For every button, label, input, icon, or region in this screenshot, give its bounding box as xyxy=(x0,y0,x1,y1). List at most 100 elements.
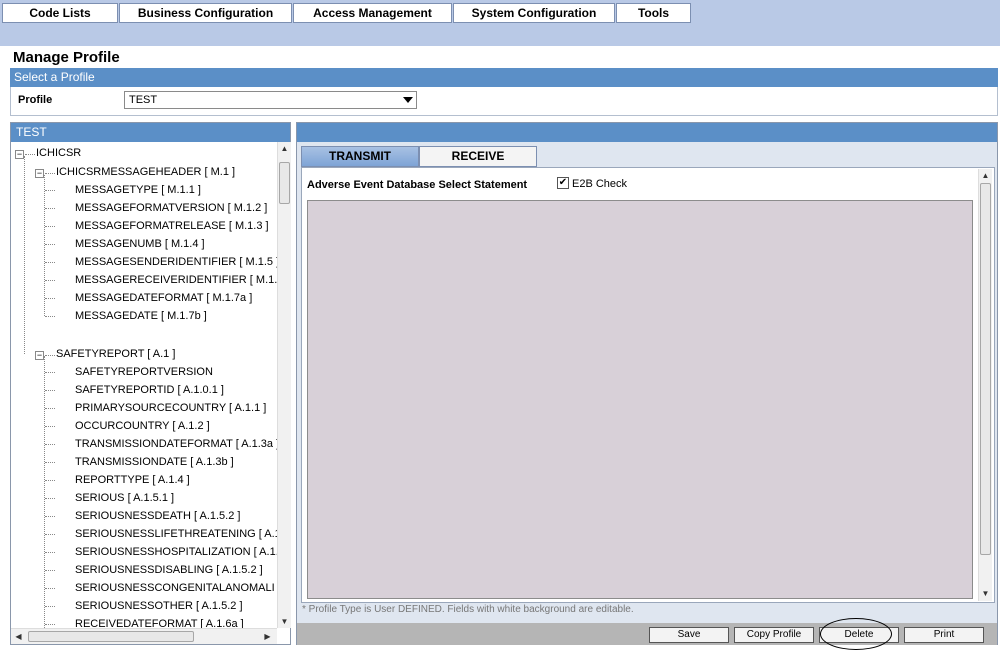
tree-connector xyxy=(45,480,55,481)
menu-business-configuration[interactable]: Business Configuration xyxy=(119,3,292,23)
tree-connector xyxy=(45,606,55,607)
tree-node-leaf[interactable]: MESSAGENUMB [ M.1.4 ] xyxy=(75,237,205,251)
highlight-circle xyxy=(820,618,892,650)
tree-node-leaf[interactable]: TRANSMISSIONDATEFORMAT [ A.1.3a ] xyxy=(75,437,277,451)
content-vertical-scrollbar[interactable]: ▲ ▼ xyxy=(978,169,992,601)
tree-connector xyxy=(45,372,55,373)
save-button[interactable]: Save xyxy=(649,627,729,643)
tree-connector xyxy=(45,173,55,174)
tree-node-leaf[interactable]: SAFETYREPORTID [ A.1.0.1 ] xyxy=(75,383,224,397)
scroll-up-icon[interactable]: ▲ xyxy=(278,142,291,155)
tree-connector xyxy=(45,280,55,281)
tree-node-leaf[interactable]: MESSAGERECEIVERIDENTIFIER [ M.1.6 ] xyxy=(75,273,277,287)
tree-node-leaf[interactable]: MESSAGEDATEFORMAT [ M.1.7a ] xyxy=(75,291,252,305)
tree-node-root[interactable]: ICHICSR xyxy=(36,146,81,160)
profile-tree-panel: TEST − ICHICSR − ICHICSRMESSAGEHEADER [ … xyxy=(10,122,291,645)
tree-connector xyxy=(45,244,55,245)
tree-connector xyxy=(45,408,55,409)
tree-node-group[interactable]: ICHICSRMESSAGEHEADER [ M.1 ] xyxy=(56,165,235,179)
e2b-check-label: E2B Check xyxy=(572,178,628,190)
tree-connector xyxy=(45,516,55,517)
action-button-bar: Save Copy Profile Delete Print xyxy=(297,623,997,645)
scroll-up-icon[interactable]: ▲ xyxy=(979,169,992,182)
collapse-icon[interactable]: − xyxy=(15,150,24,159)
e2b-check-checkbox[interactable]: ✔ xyxy=(557,177,569,189)
print-button[interactable]: Print xyxy=(904,627,984,643)
tree-connector xyxy=(44,175,45,316)
select-profile-header: Select a Profile xyxy=(10,68,998,87)
tree-node-leaf[interactable]: REPORTTYPE [ A.1.4 ] xyxy=(75,473,190,487)
tree-connector xyxy=(45,570,55,571)
statement-label: Adverse Event Database Select Statement xyxy=(307,179,528,191)
tree-node-leaf[interactable]: SERIOUSNESSDEATH [ A.1.5.2 ] xyxy=(75,509,240,523)
tree-connector xyxy=(45,355,55,356)
tree-connector xyxy=(45,552,55,553)
tree-body: − ICHICSR − ICHICSRMESSAGEHEADER [ M.1 ]… xyxy=(11,142,277,628)
tree-horizontal-scrollbar[interactable]: ◀ ▶ xyxy=(11,628,277,644)
tree-node-leaf[interactable]: SERIOUS [ A.1.5.1 ] xyxy=(75,491,174,505)
collapse-icon[interactable]: − xyxy=(35,169,44,178)
menu-access-management[interactable]: Access Management xyxy=(293,3,452,23)
tree-connector xyxy=(45,588,55,589)
tree-node-leaf[interactable]: MESSAGEDATE [ M.1.7b ] xyxy=(75,309,207,323)
profile-label: Profile xyxy=(18,94,53,106)
tree-node-leaf[interactable]: MESSAGEFORMATVERSION [ M.1.2 ] xyxy=(75,201,267,215)
tree-node-leaf[interactable]: SERIOUSNESSCONGENITALANOMALI [ A xyxy=(75,581,277,595)
profile-row: Profile TEST xyxy=(10,87,998,116)
tree-connector xyxy=(25,154,35,155)
profile-select[interactable]: TEST xyxy=(124,91,417,109)
scroll-down-icon[interactable]: ▼ xyxy=(278,615,291,628)
select-statement-textarea[interactable] xyxy=(307,200,973,599)
footnote: * Profile Type is User DEFINED. Fields w… xyxy=(302,604,634,615)
profile-detail-panel: TRANSMIT RECEIVE Adverse Event Database … xyxy=(296,122,998,645)
tree-node-leaf[interactable]: SERIOUSNESSOTHER [ A.1.5.2 ] xyxy=(75,599,243,613)
tree-connector xyxy=(45,226,55,227)
tab-transmit[interactable]: TRANSMIT xyxy=(301,146,419,167)
tree-node-leaf[interactable]: TRANSMISSIONDATE [ A.1.3b ] xyxy=(75,455,234,469)
tree-node-leaf[interactable]: PRIMARYSOURCECOUNTRY [ A.1.1 ] xyxy=(75,401,266,415)
tree-vertical-scrollbar[interactable]: ▲ ▼ xyxy=(277,142,291,628)
menu-code-lists[interactable]: Code Lists xyxy=(2,3,118,23)
tree-connector xyxy=(45,498,55,499)
tree-connector xyxy=(45,426,55,427)
tree-node-group[interactable]: SAFETYREPORT [ A.1 ] xyxy=(56,347,175,361)
page-title: Manage Profile xyxy=(13,49,120,66)
scroll-thumb[interactable] xyxy=(28,631,194,642)
tree-node-leaf[interactable]: MESSAGETYPE [ M.1.1 ] xyxy=(75,183,201,197)
tree-connector xyxy=(45,208,55,209)
copy-profile-button[interactable]: Copy Profile xyxy=(734,627,814,643)
tree-connector xyxy=(45,534,55,535)
tree-node-leaf[interactable]: SERIOUSNESSDISABLING [ A.1.5.2 ] xyxy=(75,563,263,577)
tree-connector xyxy=(45,444,55,445)
tree-header: TEST xyxy=(11,123,290,142)
tree-connector xyxy=(45,316,55,317)
tree-node-leaf[interactable]: MESSAGEFORMATRELEASE [ M.1.3 ] xyxy=(75,219,269,233)
scroll-right-icon[interactable]: ▶ xyxy=(261,630,274,643)
top-menu-bar: Code Lists Business Configuration Access… xyxy=(0,0,1000,24)
chevron-down-icon[interactable] xyxy=(403,97,413,103)
scroll-down-icon[interactable]: ▼ xyxy=(979,587,992,600)
tree-node-leaf[interactable]: RECEIVEDATEFORMAT [ A.1.6a ] xyxy=(75,617,244,628)
tree-node-leaf[interactable]: SERIOUSNESSHOSPITALIZATION [ A.1.5. xyxy=(75,545,277,559)
tree-connector xyxy=(45,298,55,299)
checkmark-icon: ✔ xyxy=(558,177,568,188)
tree-node-leaf[interactable]: SERIOUSNESSLIFETHREATENING [ A.1.5. xyxy=(75,527,277,541)
tree-connector xyxy=(45,190,55,191)
tab-receive[interactable]: RECEIVE xyxy=(419,146,537,167)
collapse-icon[interactable]: − xyxy=(35,351,44,360)
tree-node-leaf[interactable]: OCCURCOUNTRY [ A.1.2 ] xyxy=(75,419,210,433)
sub-menu-bar xyxy=(0,24,1000,46)
menu-tools[interactable]: Tools xyxy=(616,3,691,23)
scroll-thumb[interactable] xyxy=(279,162,290,204)
menu-system-configuration[interactable]: System Configuration xyxy=(453,3,615,23)
tree-node-leaf[interactable]: SAFETYREPORTVERSION xyxy=(75,365,213,379)
scroll-left-icon[interactable]: ◀ xyxy=(12,630,25,643)
tree-connector xyxy=(45,624,55,625)
tree-connector xyxy=(45,462,55,463)
tree-connector xyxy=(45,262,55,263)
tree-connector xyxy=(45,390,55,391)
profile-selected-value: TEST xyxy=(129,94,158,106)
tree-connector xyxy=(24,156,25,354)
scroll-thumb[interactable] xyxy=(980,183,991,555)
tree-node-leaf[interactable]: MESSAGESENDERIDENTIFIER [ M.1.5 ] xyxy=(75,255,277,269)
